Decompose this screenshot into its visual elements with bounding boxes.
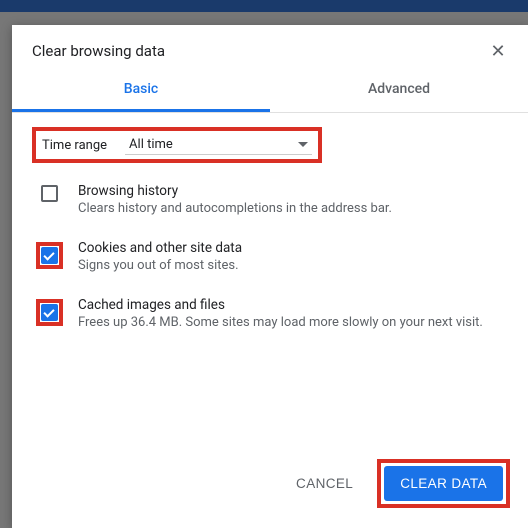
clear-browsing-data-dialog: Clear browsing data ✕ Basic Advanced Tim… <box>12 25 528 528</box>
time-range-value: All time <box>129 137 173 152</box>
dialog-content: Time range All time Browsing history Cle… <box>12 113 528 445</box>
option-title: Cookies and other site data <box>78 240 508 256</box>
cancel-button[interactable]: CANCEL <box>282 466 367 501</box>
chevron-down-icon <box>298 142 308 147</box>
option-cached: Cached images and files Frees up 36.4 MB… <box>32 297 508 330</box>
time-range-label: Time range <box>42 138 107 153</box>
tabs: Basic Advanced <box>12 69 528 113</box>
dialog-header: Clear browsing data ✕ <box>12 25 528 69</box>
close-icon[interactable]: ✕ <box>488 41 508 61</box>
dialog-title: Clear browsing data <box>32 42 165 60</box>
dialog-footer: CANCEL CLEAR DATA <box>12 445 528 528</box>
checkbox-browsing-history[interactable] <box>41 185 58 202</box>
time-range-row: Time range All time <box>32 127 322 163</box>
option-desc: Frees up 36.4 MB. Some sites may load mo… <box>78 315 508 330</box>
time-range-select[interactable]: All time <box>125 135 312 155</box>
option-title: Browsing history <box>78 183 508 199</box>
clear-data-button[interactable]: CLEAR DATA <box>384 466 503 501</box>
checkbox-cached[interactable] <box>41 304 58 321</box>
tab-advanced[interactable]: Advanced <box>270 69 528 112</box>
checkbox-cookies[interactable] <box>41 247 58 264</box>
option-cookies: Cookies and other site data Signs you ou… <box>32 240 508 273</box>
backdrop-topbar <box>0 0 528 12</box>
option-title: Cached images and files <box>78 297 508 313</box>
option-desc: Clears history and autocompletions in th… <box>78 201 508 216</box>
tab-basic[interactable]: Basic <box>12 69 270 112</box>
option-desc: Signs you out of most sites. <box>78 258 508 273</box>
option-browsing-history: Browsing history Clears history and auto… <box>32 183 508 216</box>
